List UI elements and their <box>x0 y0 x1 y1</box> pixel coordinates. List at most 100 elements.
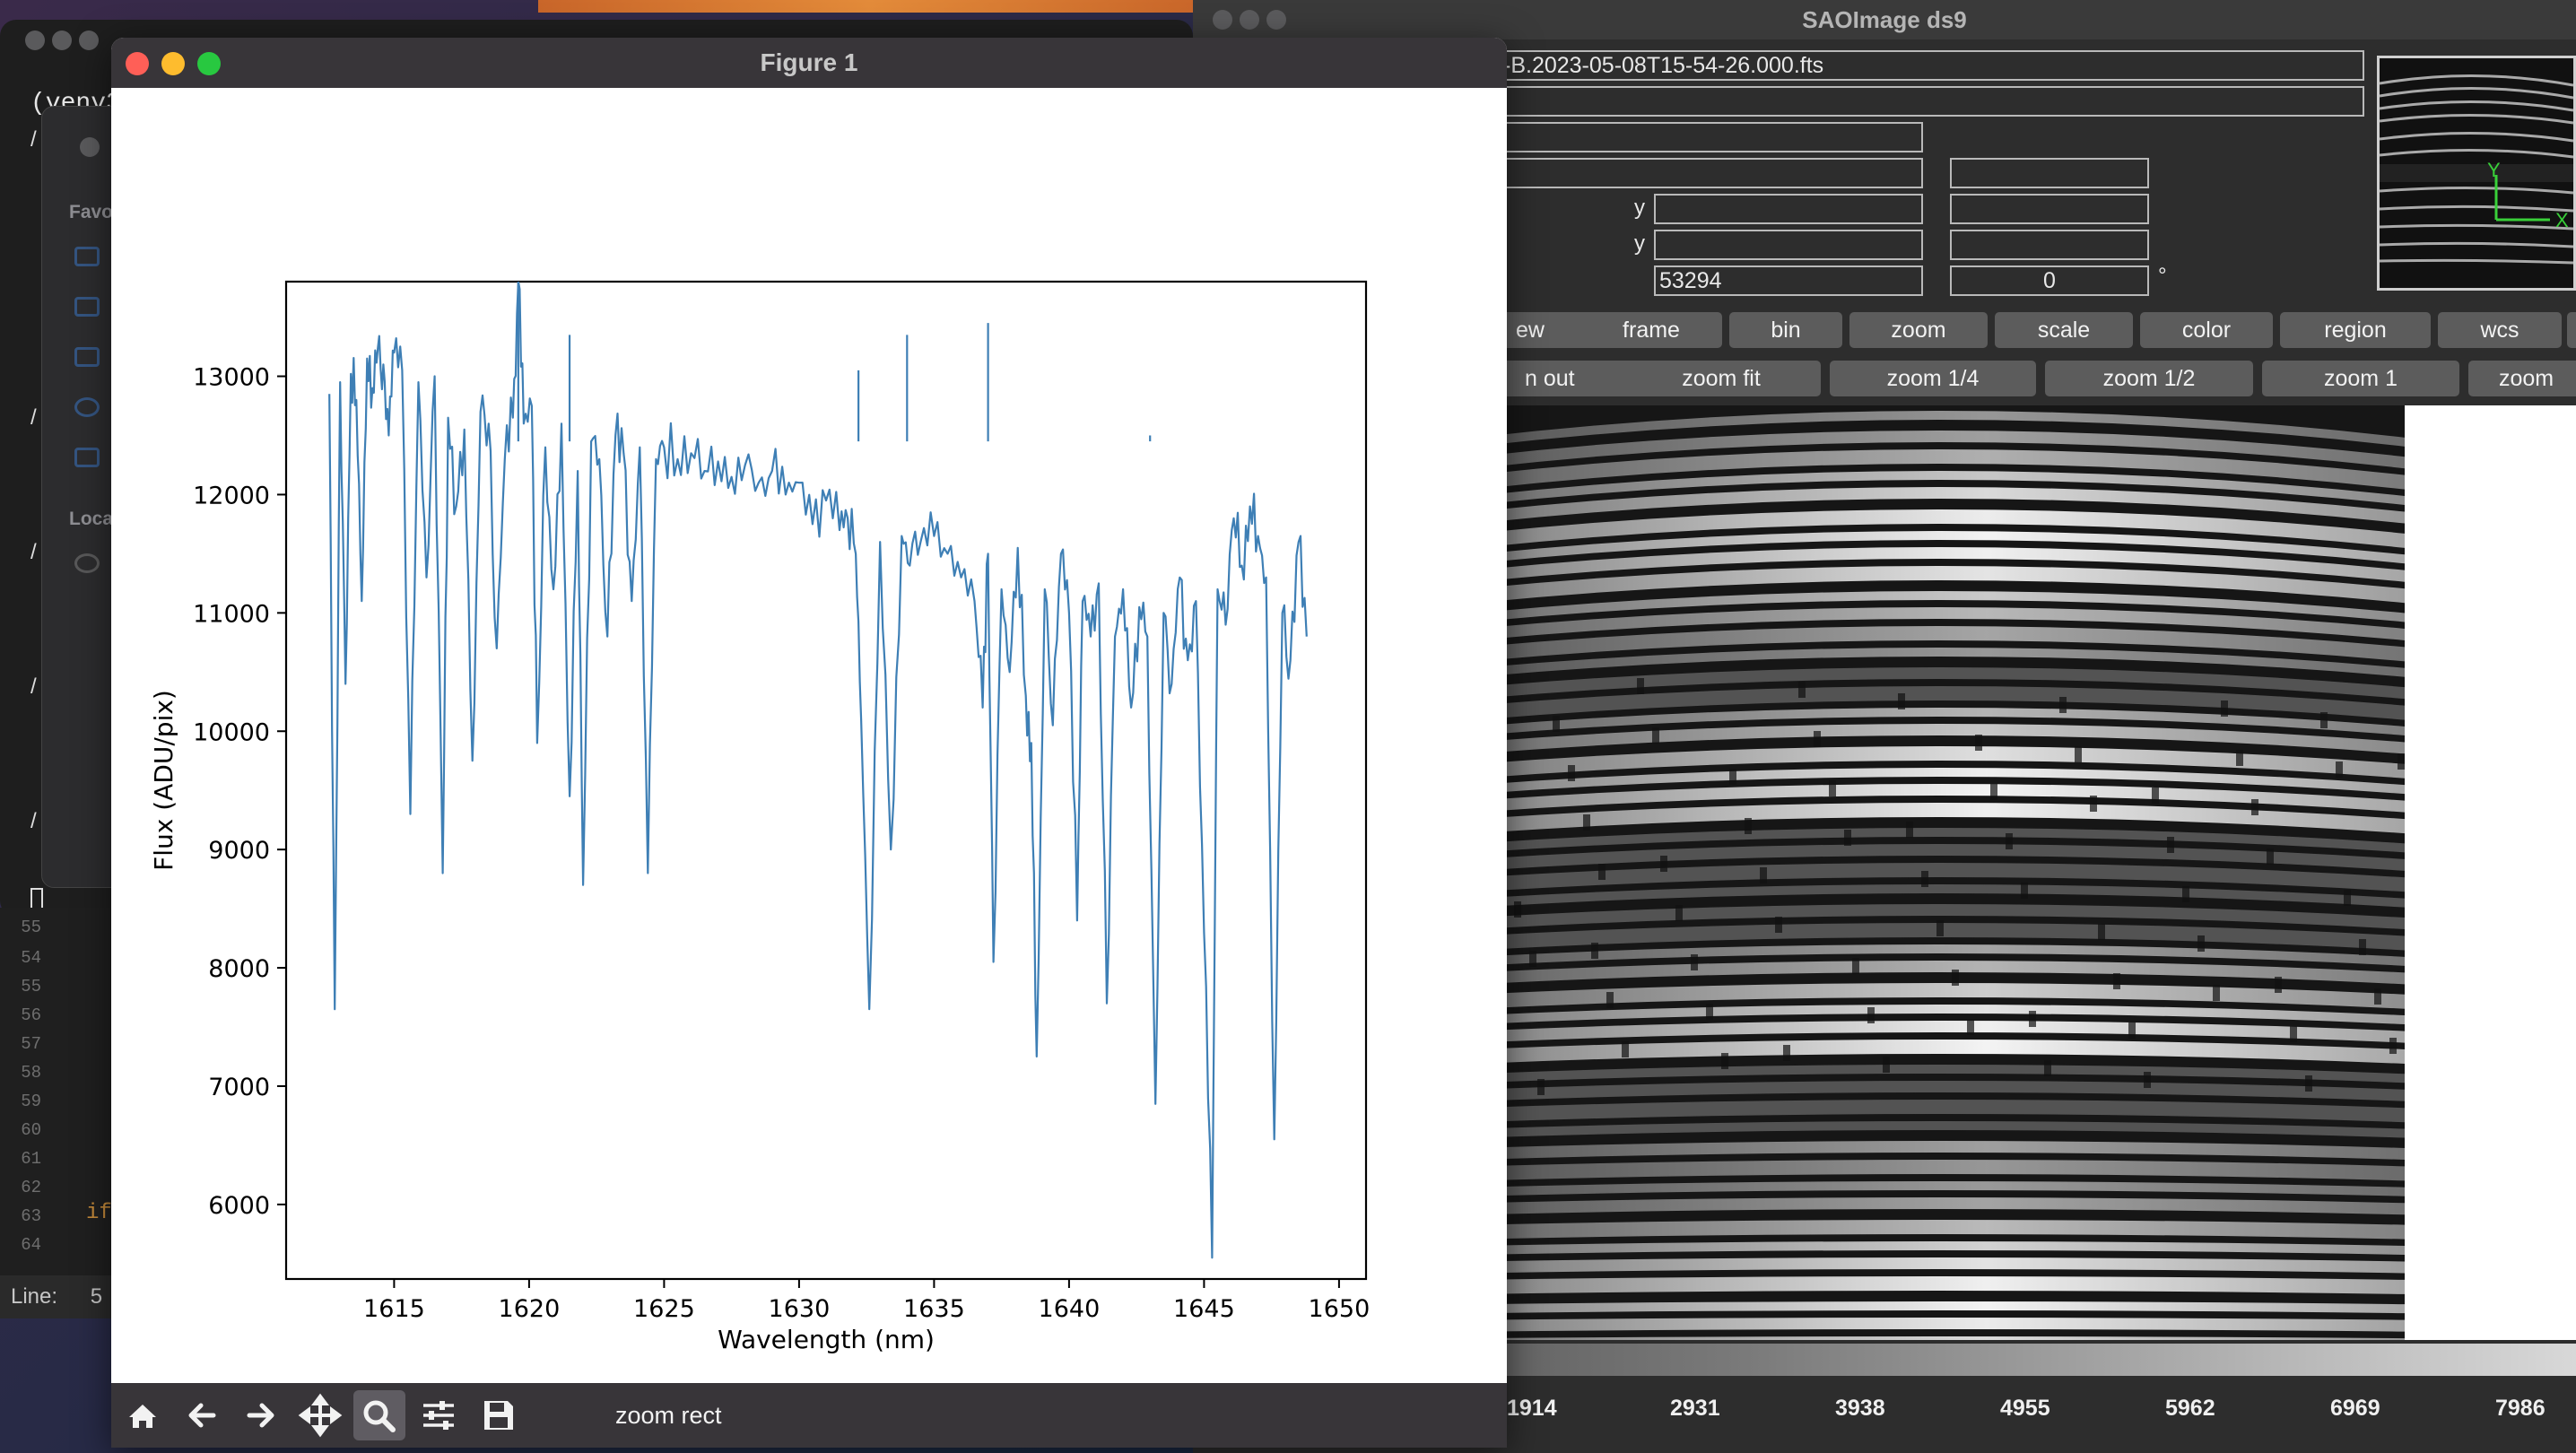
y-tick-label: 12000 <box>193 482 270 509</box>
applications-icon[interactable] <box>74 247 100 266</box>
absorption-feature <box>2221 700 2228 717</box>
absorption-feature <box>1675 905 1683 921</box>
ds9-zoom-1-button[interactable]: zoom 1 <box>2262 361 2459 396</box>
line-number: 64 <box>21 1235 41 1255</box>
forward-arrow-icon[interactable] <box>235 1390 287 1440</box>
absorption-feature <box>2182 886 2189 902</box>
zoom-magnifier-icon[interactable] <box>353 1390 405 1440</box>
desktop-icon[interactable] <box>74 297 100 317</box>
y-tick-label: 8000 <box>208 955 270 983</box>
ds9-menu-frame-button[interactable]: frame <box>1580 312 1722 348</box>
absorption-feature <box>2021 883 2028 899</box>
terminal-minimize-button[interactable] <box>52 30 72 50</box>
y-tick-label: 13000 <box>193 364 270 392</box>
absorption-feature <box>1568 765 1575 781</box>
ds9-zoom-more-button[interactable]: zoom <box>2468 361 2576 396</box>
absorption-feature <box>2167 837 2174 853</box>
line-number: 55 <box>21 918 41 937</box>
ds9-menu-more-button[interactable] <box>2567 312 2576 348</box>
y-axis-ticks: 6000 7000 8000 9000 10000 11000 12000 13000 <box>193 364 286 1220</box>
ds9-menu-scale-button[interactable]: scale <box>1995 312 2133 348</box>
x-axis-ticks: 1615 1620 1625 1630 1635 1640 1645 1650 <box>363 1279 1370 1323</box>
absorption-feature <box>2344 890 2351 906</box>
absorption-feature <box>2236 750 2243 766</box>
terminal-line: / <box>30 127 37 152</box>
ds9-physical-y-field[interactable] <box>1950 230 2149 260</box>
ds9-file-field[interactable]: -B.2023-05-08T15-54-26.000.fts <box>1498 50 2364 81</box>
ds9-menu-zoom-button[interactable]: zoom <box>1849 312 1988 348</box>
x-tick-label: 1615 <box>363 1295 425 1323</box>
ds9-titlebar[interactable]: SAOImage ds9 <box>1193 0 2576 39</box>
ds9-menu-bin-button[interactable]: bin <box>1729 312 1842 348</box>
ds9-zoom-quarter-button[interactable]: zoom 1/4 <box>1830 361 2036 396</box>
documents-icon[interactable] <box>74 347 100 367</box>
absorption-feature <box>1637 678 1644 694</box>
absorption-feature <box>2251 799 2258 815</box>
absorption-feature <box>1852 958 1859 974</box>
downloads-icon[interactable] <box>74 397 100 417</box>
ds9-physical-x-field[interactable] <box>1654 230 1923 260</box>
spectrum-plot[interactable]: 1615 1620 1625 1630 1635 1640 1645 1650 6000 700… <box>111 88 1507 1383</box>
home-icon[interactable] <box>117 1390 169 1440</box>
absorption-feature <box>1783 1045 1790 1061</box>
ds9-menu-color-button[interactable]: color <box>2140 312 2273 348</box>
back-arrow-icon[interactable] <box>176 1390 228 1440</box>
ds9-zoom-fit-button[interactable]: zoom fit <box>1622 361 1821 396</box>
colorbar-tick-label: 1914 <box>1507 1396 1557 1421</box>
ds9-value-field[interactable] <box>1498 122 1923 152</box>
ds9-angle-field[interactable]: 0 <box>1950 265 2149 296</box>
status-line-value: 5 <box>90 1284 103 1309</box>
home-folder-icon[interactable] <box>74 448 100 467</box>
ds9-wcs-y-field[interactable] <box>1950 158 2149 188</box>
ds9-frame-field[interactable]: 53294 <box>1654 265 1923 296</box>
editor-code-text: if <box>86 1201 112 1225</box>
terminal-line: / <box>30 809 37 833</box>
absorption-feature <box>1798 682 1806 698</box>
ds9-image-x-field[interactable] <box>1654 194 1923 224</box>
x-tick-label: 1620 <box>499 1295 561 1323</box>
absorption-feature <box>2275 977 2282 993</box>
ds9-wcs-x-field[interactable] <box>1654 158 1923 188</box>
ds9-degree-label: ° <box>2158 264 2167 288</box>
line-number: 54 <box>21 948 41 968</box>
line-number: 59 <box>21 1092 41 1111</box>
absorption-feature <box>1990 784 1997 800</box>
absorption-feature <box>2044 1060 2051 1076</box>
x-tick-label: 1635 <box>903 1295 965 1323</box>
absorption-feature <box>2059 697 2067 713</box>
absorption-feature <box>1775 917 1782 933</box>
colorbar-tick-label: 2931 <box>1670 1396 1720 1421</box>
ds9-zoom-half-button[interactable]: zoom 1/2 <box>2045 361 2253 396</box>
figure-titlebar[interactable]: Figure 1 <box>111 38 1507 88</box>
absorption-feature <box>2290 1026 2297 1042</box>
absorption-feature <box>1591 943 1598 959</box>
y-tick-label: 9000 <box>208 837 270 865</box>
ds9-title: SAOImage ds9 <box>1802 6 1967 33</box>
absorption-feature <box>1622 1041 1629 1057</box>
absorption-feature <box>1537 1079 1545 1095</box>
save-icon[interactable] <box>472 1390 524 1440</box>
absorption-feature <box>1829 780 1836 796</box>
absorption-feature <box>2075 746 2082 762</box>
absorption-feature <box>1598 864 1606 880</box>
absorption-feature <box>1898 693 1905 709</box>
ds9-panner[interactable]: Y X <box>2377 56 2576 291</box>
ds9-menu-wcs-button[interactable]: wcs <box>2438 312 2562 348</box>
ds9-object-field[interactable] <box>1498 86 2364 117</box>
line-number: 60 <box>21 1120 41 1140</box>
panner-thumbnail: Y X <box>2380 58 2573 288</box>
figure-window[interactable]: Figure 1 1615 1620 1625 1630 1635 1640 1645 165… <box>111 38 1507 1448</box>
pan-icon[interactable] <box>294 1390 346 1440</box>
configure-subplots-icon[interactable] <box>413 1390 465 1440</box>
absorption-feature <box>1814 731 1821 747</box>
terminal-close-button[interactable] <box>25 30 45 50</box>
ds9-image-y-field[interactable] <box>1950 194 2149 224</box>
x-tick-label: 1640 <box>1039 1295 1101 1323</box>
absorption-feature <box>1660 856 1667 872</box>
finder-close-button[interactable] <box>80 137 100 157</box>
terminal-zoom-button[interactable] <box>79 30 99 50</box>
network-icon[interactable] <box>74 553 100 573</box>
ds9-menu-region-button[interactable]: region <box>2280 312 2431 348</box>
line-number: 58 <box>21 1063 41 1083</box>
absorption-feature <box>2197 935 2205 952</box>
